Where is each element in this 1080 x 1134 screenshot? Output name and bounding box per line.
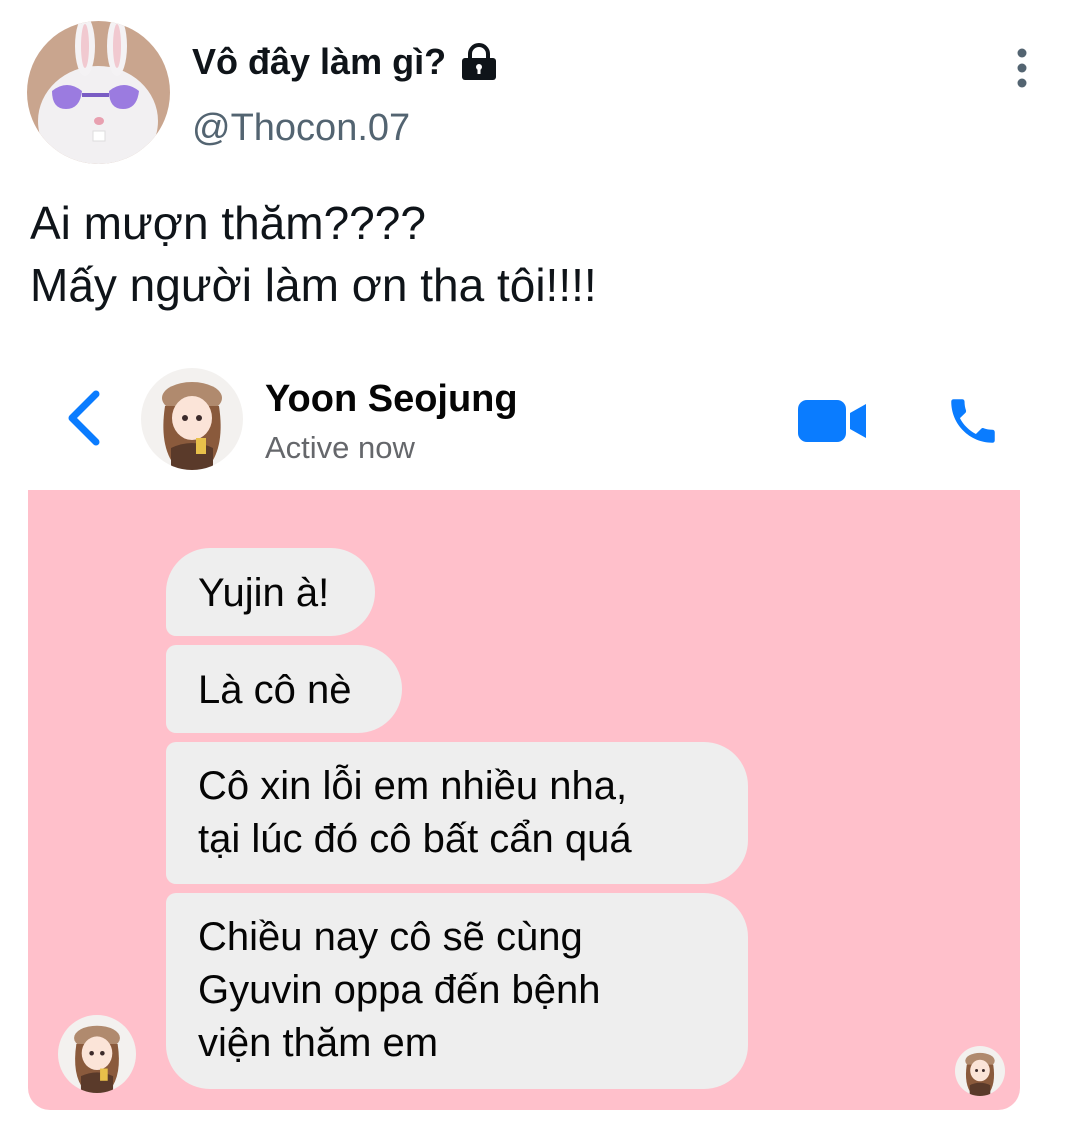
active-status: Active now	[265, 430, 415, 465]
tweet-text-line: Mấy người làm ơn tha tôi!!!!	[30, 259, 597, 311]
contact-avatar[interactable]	[141, 368, 243, 470]
author-name-text[interactable]: Vô đây làm gì?	[192, 38, 446, 86]
message-line: tại lúc đó cô bất cẩn quá	[198, 817, 632, 861]
phone-icon[interactable]	[944, 392, 1002, 450]
message-line: Chiều nay cô sẽ cùng	[198, 915, 583, 959]
author-avatar[interactable]	[27, 21, 170, 164]
message-line: Cô xin lỗi em nhiều nha,	[198, 764, 628, 808]
video-camera-icon[interactable]	[796, 396, 868, 446]
tweet-text: Ai mượn thăm???? Mấy người làm ơn tha tô…	[30, 192, 597, 316]
author-handle[interactable]: @Thocon.07	[192, 104, 410, 152]
message-bubble[interactable]: Chiều nay cô sẽ cùng Gyuvin oppa đến bện…	[166, 893, 748, 1089]
chevron-left-icon[interactable]	[62, 388, 108, 448]
author-name[interactable]: Vô đây làm gì?	[192, 38, 500, 86]
tweet-text-line: Ai mượn thăm????	[30, 197, 426, 249]
more-vertical-icon[interactable]	[1002, 46, 1042, 90]
message-bubble[interactable]: Là cô nè	[166, 645, 402, 733]
lock-icon	[458, 41, 500, 83]
message-bubble[interactable]: Yujin à!	[166, 548, 375, 636]
read-receipt-avatar	[955, 1046, 1005, 1096]
sender-avatar[interactable]	[58, 1015, 136, 1093]
contact-name[interactable]: Yoon Seojung	[265, 376, 518, 422]
message-line: Gyuvin oppa đến bệnh	[198, 968, 601, 1012]
message-line: viện thăm em	[198, 1021, 439, 1065]
message-bubble[interactable]: Cô xin lỗi em nhiều nha, tại lúc đó cô b…	[166, 742, 748, 884]
message-line: Yujin à!	[198, 571, 330, 615]
message-line: Là cô nè	[198, 668, 352, 712]
